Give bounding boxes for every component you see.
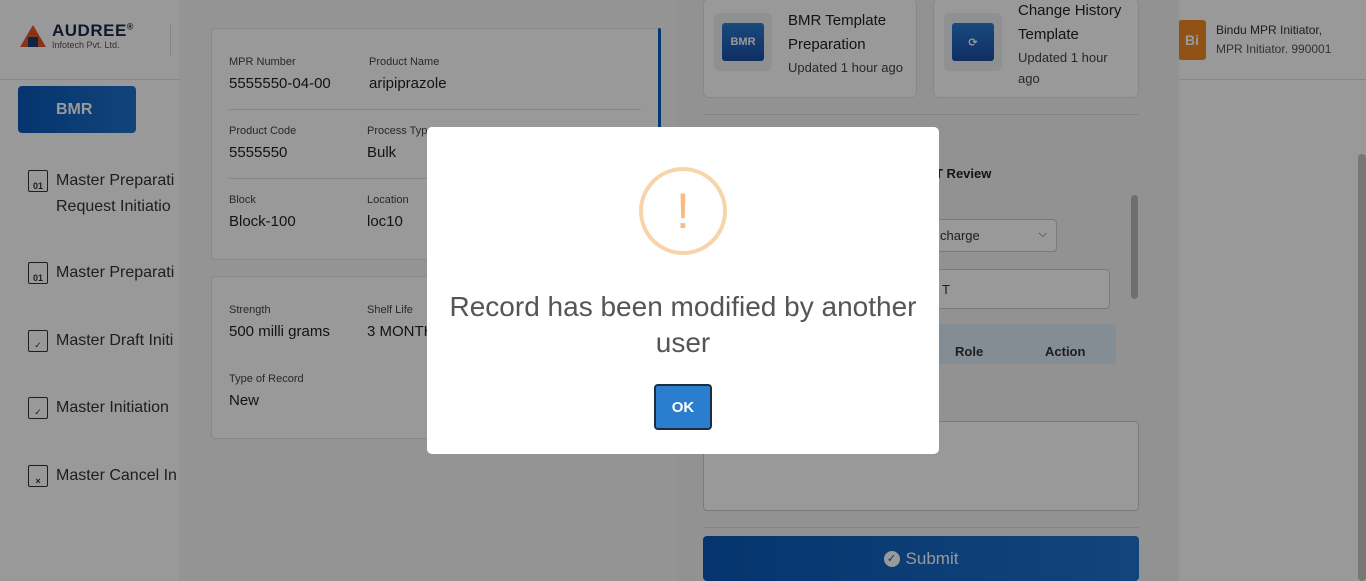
alert-dialog: ! Record has been modified by another us… [427,127,939,454]
warning-icon: ! [639,167,727,255]
ok-button[interactable]: OK [654,384,712,430]
dialog-title: Record has been modified by another user [449,291,917,358]
